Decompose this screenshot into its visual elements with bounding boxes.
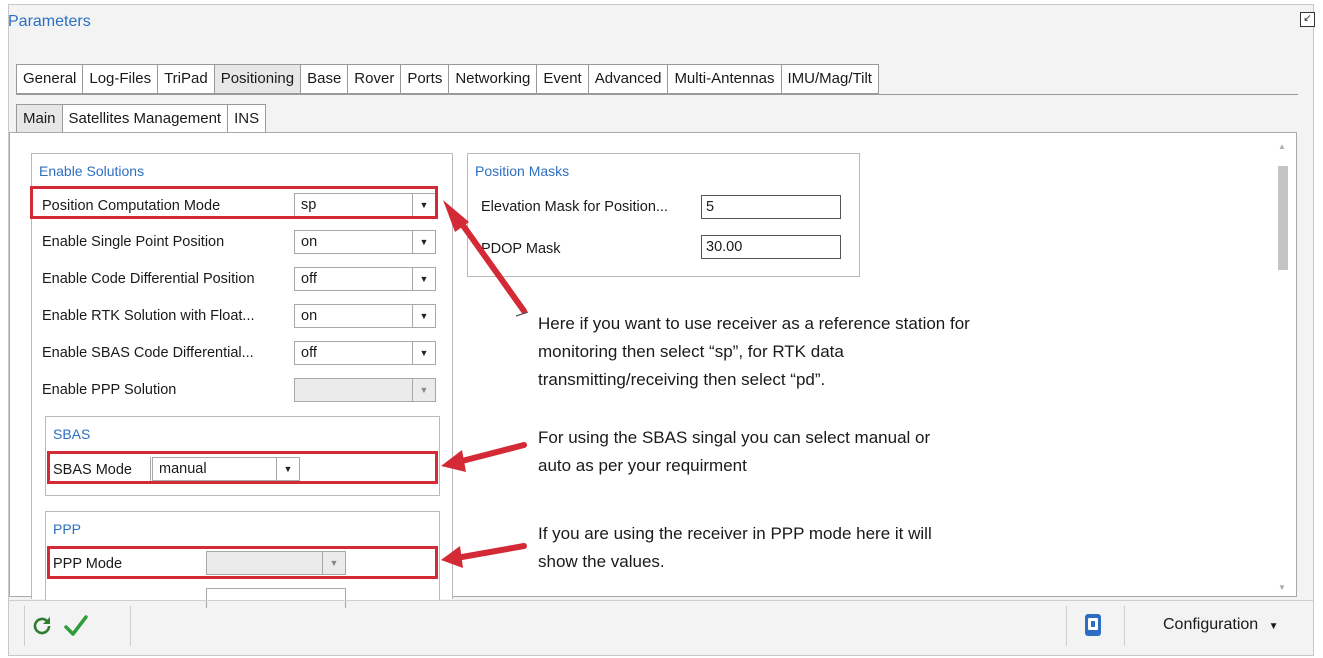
refresh-icon[interactable]	[30, 614, 54, 638]
arrow-line-1	[454, 214, 527, 314]
annotation-note-2: For using the SBAS singal you can select…	[538, 428, 931, 475]
annotation-note-3: If you are using the receiver in PPP mod…	[538, 524, 932, 571]
chevron-down-icon: ▼	[1268, 621, 1279, 632]
annotation-note-1: Here if you want to use receiver as a re…	[538, 314, 970, 389]
footer-separator-mid	[130, 606, 131, 646]
checkmark-icon[interactable]	[62, 612, 90, 640]
arrow-line-3	[459, 543, 527, 560]
footer-divider	[8, 600, 1314, 601]
arrow-line-2	[459, 442, 527, 464]
footer-separator-cfg	[1124, 606, 1125, 646]
footer-separator-right	[1066, 606, 1067, 646]
configuration-menu[interactable]: Configuration ▼	[1163, 616, 1279, 634]
arrow-head-3	[441, 546, 463, 568]
arrow-head-2	[441, 450, 466, 472]
device-icon[interactable]	[1082, 612, 1104, 638]
footer-separator-left	[24, 606, 25, 646]
